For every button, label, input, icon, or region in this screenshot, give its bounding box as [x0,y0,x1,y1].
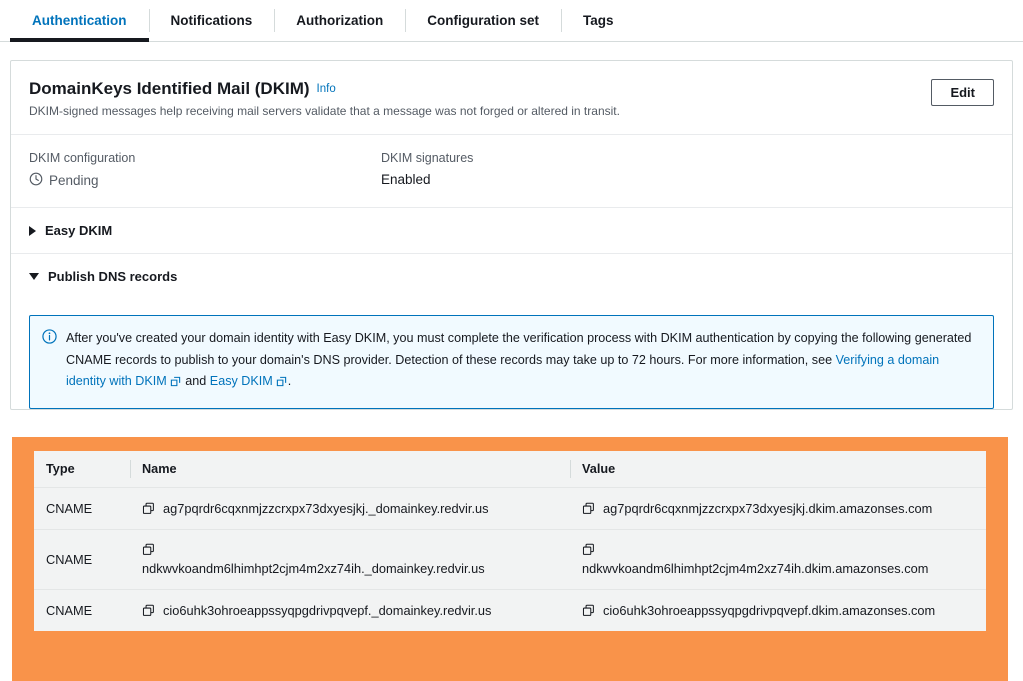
link-easy-dkim[interactable]: Easy DKIM [210,374,273,388]
info-circle-icon [42,329,57,395]
dkim-configuration-label: DKIM configuration [29,151,381,165]
alert-message: After you've created your domain identit… [66,328,979,395]
dkim-signatures-block: DKIM signatures Enabled [381,151,733,189]
cell-type: CNAME [34,530,130,590]
expander-publish-dns-records-label: Publish DNS records [48,269,177,284]
name-copy-group: ndkwvkoandm6lhimhpt2cjm4m2xz74ih._domain… [142,543,558,576]
card-header-text: DomainKeys Identified Mail (DKIM) Info DK… [29,79,620,118]
copy-icon[interactable] [142,543,558,556]
cell-name: cio6uhk3ohroeappssyqpgdrivpqvepf._domain… [130,590,570,632]
dkim-configuration-block: DKIM configuration Pending [29,151,381,189]
value-copy-group: ndkwvkoandm6lhimhpt2cjm4m2xz74ih.dkim.am… [582,543,974,576]
external-link-icon[interactable] [170,373,181,395]
alert-wrapper: After you've created your domain identit… [11,299,1012,409]
value-copy-group: cio6uhk3ohroeappssyqpgdrivpqvepf.dkim.am… [582,603,974,618]
copy-icon[interactable] [582,543,974,556]
tab-label: Authentication [32,13,127,28]
column-header-type[interactable]: Type [34,451,130,488]
card-header: DomainKeys Identified Mail (DKIM) Info DK… [11,61,1012,135]
table-header-row: Type Name Value [34,451,986,488]
cell-value: ndkwvkoandm6lhimhpt2cjm4m2xz74ih.dkim.am… [570,530,986,590]
copy-icon[interactable] [142,604,155,617]
page-root: Authentication Notifications Authorizati… [0,0,1023,681]
table-row: CNAME cio6uhk3ohroeappssyqpgdrivpqvepf._… [34,590,986,632]
cell-name: ag7pqrdr6cqxnmjzzcrxpx73dxyesjkj._domain… [130,488,570,530]
tab-bar: Authentication Notifications Authorizati… [0,0,1023,42]
chevron-right-icon [29,226,36,236]
record-name: ndkwvkoandm6lhimhpt2cjm4m2xz74ih._domain… [142,561,485,576]
dkim-signatures-label: DKIM signatures [381,151,733,165]
tab-label: Tags [583,13,614,28]
external-link-icon[interactable] [276,373,287,395]
tab-authorization[interactable]: Authorization [274,0,405,41]
tab-label: Configuration set [427,13,539,28]
record-name: ag7pqrdr6cqxnmjzzcrxpx73dxyesjkj._domain… [163,501,489,516]
record-value: cio6uhk3ohroeappssyqpgdrivpqvepf.dkim.am… [603,603,935,618]
copy-icon[interactable] [582,604,595,617]
dns-records-highlight: Type Name Value CNAME [12,437,1008,681]
status-row: DKIM configuration Pending DKIM signatur… [11,135,1012,208]
copy-icon[interactable] [582,502,595,515]
expander-easy-dkim[interactable]: Easy DKIM [11,208,1012,254]
cell-type: CNAME [34,590,130,632]
tab-label: Authorization [296,13,383,28]
dkim-configuration-value: Pending [29,172,381,189]
chevron-down-icon [29,273,39,280]
tab-label: Notifications [171,13,253,28]
cell-value: cio6uhk3ohroeappssyqpgdrivpqvepf.dkim.am… [570,590,986,632]
expander-publish-dns-records[interactable]: Publish DNS records [11,254,1012,299]
alert-text-mid: and [182,374,210,388]
expander-easy-dkim-label: Easy DKIM [45,223,112,238]
cell-name: ndkwvkoandm6lhimhpt2cjm4m2xz74ih._domain… [130,530,570,590]
tab-notifications[interactable]: Notifications [149,0,275,41]
record-value: ag7pqrdr6cqxnmjzzcrxpx73dxyesjkj.dkim.am… [603,501,932,516]
status-badge: Pending [49,173,99,188]
edit-button[interactable]: Edit [931,79,994,106]
record-value: ndkwvkoandm6lhimhpt2cjm4m2xz74ih.dkim.am… [582,561,928,576]
name-copy-group: ag7pqrdr6cqxnmjzzcrxpx73dxyesjkj._domain… [142,501,558,516]
alert-text-end: . [288,374,292,388]
page-title: DomainKeys Identified Mail (DKIM) Info [29,79,620,99]
tab-tags[interactable]: Tags [561,0,636,41]
card-title-text: DomainKeys Identified Mail (DKIM) [29,79,310,98]
table-row: CNAME ag7pqrdr6cqxnmjzzcrxpx73dxyesjkj._… [34,488,986,530]
info-alert: After you've created your domain identit… [29,315,994,409]
column-header-name[interactable]: Name [130,451,570,488]
name-copy-group: cio6uhk3ohroeappssyqpgdrivpqvepf._domain… [142,603,558,618]
dkim-card: DomainKeys Identified Mail (DKIM) Info DK… [10,60,1013,410]
copy-icon[interactable] [142,502,155,515]
column-header-value[interactable]: Value [570,451,986,488]
table-row: CNAME ndkwvkoandm6lhimhpt2cjm4m2xz74ih._… [34,530,986,590]
record-name: cio6uhk3ohroeappssyqpgdrivpqvepf._domain… [163,603,491,618]
info-link[interactable]: Info [317,83,336,95]
tab-authentication[interactable]: Authentication [10,0,149,41]
tab-configuration-set[interactable]: Configuration set [405,0,561,41]
cell-type: CNAME [34,488,130,530]
value-copy-group: ag7pqrdr6cqxnmjzzcrxpx73dxyesjkj.dkim.am… [582,501,974,516]
card-description: DKIM-signed messages help receiving mail… [29,104,620,118]
dkim-signatures-value: Enabled [381,172,733,187]
dns-records-table: Type Name Value CNAME [34,451,986,631]
cell-value: ag7pqrdr6cqxnmjzzcrxpx73dxyesjkj.dkim.am… [570,488,986,530]
pending-clock-icon [29,172,43,189]
